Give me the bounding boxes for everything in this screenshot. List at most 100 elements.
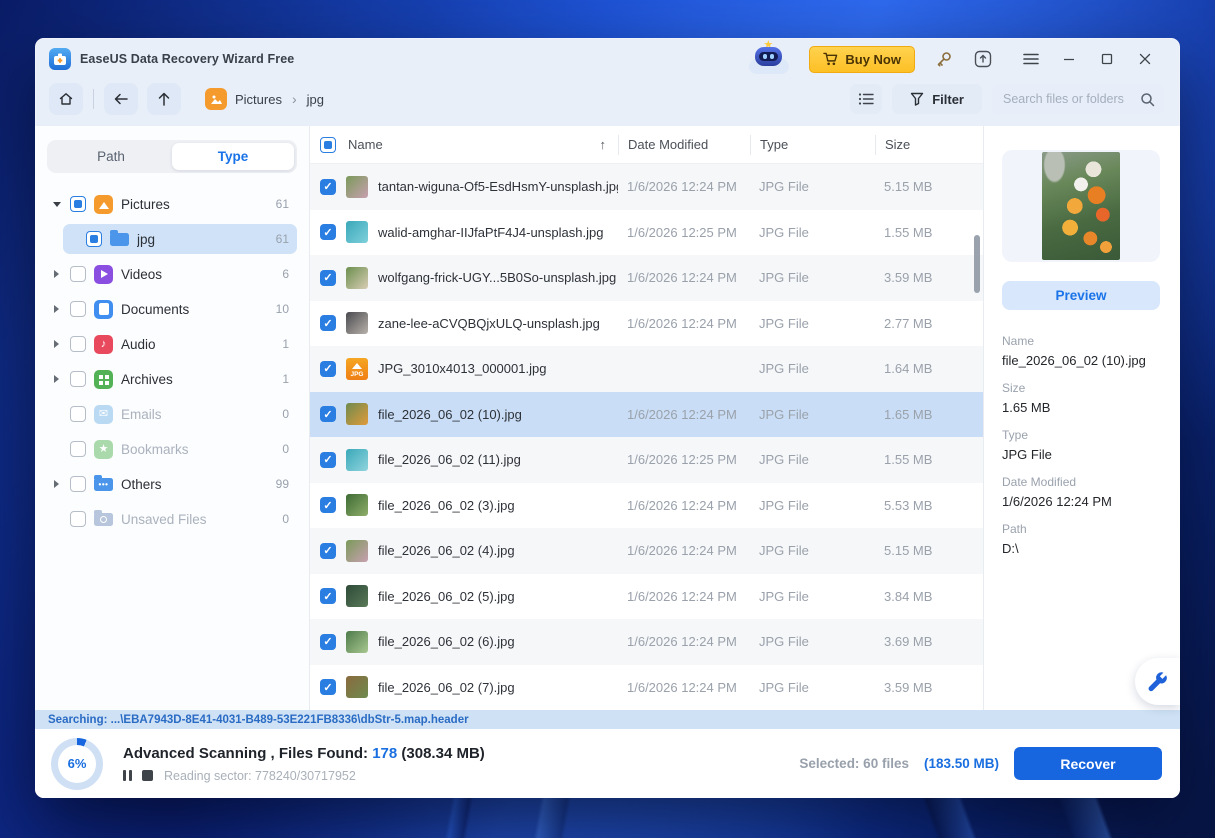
sidebar-item-label: Pictures — [121, 197, 170, 212]
row-checkbox[interactable]: ✓ — [320, 361, 336, 377]
preview-button[interactable]: Preview — [1002, 281, 1160, 310]
search-input[interactable] — [1003, 92, 1140, 106]
row-checkbox[interactable]: ✓ — [320, 406, 336, 422]
sidebar-item-unsaved-files[interactable]: Unsaved Files0 — [47, 504, 297, 534]
buy-now-button[interactable]: Buy Now — [809, 46, 915, 73]
assistant-mascot-icon[interactable]: ★ — [748, 44, 790, 74]
checkbox[interactable] — [70, 441, 86, 457]
breadcrumb-current[interactable]: jpg — [307, 92, 324, 107]
table-row[interactable]: ✓wolfgang-frick-UGY...5B0So-unsplash.jpg… — [310, 255, 983, 301]
detail-field: TypeJPG File — [1002, 428, 1160, 462]
navigation-toolbar: Pictures › jpg Filter — [35, 80, 1180, 126]
files-found-count: 178 — [372, 745, 397, 762]
sidebar-item-documents[interactable]: Documents10 — [47, 294, 297, 324]
column-header-size[interactable]: Size — [875, 135, 983, 155]
sidebar-item-bookmarks[interactable]: ★Bookmarks0 — [47, 434, 297, 464]
row-checkbox[interactable]: ✓ — [320, 315, 336, 331]
row-checkbox[interactable]: ✓ — [320, 679, 336, 695]
sort-ascending-icon[interactable]: ↑ — [600, 137, 607, 152]
checkbox[interactable] — [70, 371, 86, 387]
back-button[interactable] — [104, 83, 138, 115]
up-button[interactable] — [147, 83, 181, 115]
expand-arrow-icon[interactable] — [51, 375, 62, 383]
row-checkbox[interactable]: ✓ — [320, 452, 336, 468]
row-checkbox[interactable]: ✓ — [320, 543, 336, 559]
checkbox[interactable] — [70, 406, 86, 422]
menu-icon[interactable] — [1012, 44, 1050, 74]
cell-type: JPG File — [750, 316, 875, 331]
table-row[interactable]: ✓tantan-wiguna-Of5-EsdHsmY-unsplash.jpg1… — [310, 164, 983, 210]
sidebar-item-audio[interactable]: ♪Audio1 — [47, 329, 297, 359]
recover-button[interactable]: Recover — [1014, 747, 1162, 780]
table-row[interactable]: ✓file_2026_06_02 (5).jpg1/6/2026 12:24 P… — [310, 574, 983, 620]
select-all-checkbox[interactable] — [320, 137, 336, 153]
audio-icon: ♪ — [94, 335, 113, 354]
checkbox[interactable] — [70, 301, 86, 317]
sidebar-item-emails[interactable]: ✉Emails0 — [47, 399, 297, 429]
expand-arrow-icon[interactable] — [51, 202, 62, 207]
table-row[interactable]: ✓JPGJPG_3010x4013_000001.jpgJPG File1.64… — [310, 346, 983, 392]
filter-button[interactable]: Filter — [892, 84, 982, 114]
search-box[interactable] — [992, 84, 1164, 114]
minimize-button[interactable] — [1050, 44, 1088, 74]
column-header-date-modified[interactable]: Date Modified — [618, 135, 750, 155]
stop-scan-button[interactable] — [142, 770, 153, 781]
cell-date-modified: 1/6/2026 12:25 PM — [618, 225, 750, 240]
license-key-icon[interactable] — [934, 49, 954, 69]
sidebar-item-videos[interactable]: Videos6 — [47, 259, 297, 289]
repair-tool-button[interactable] — [1135, 658, 1180, 705]
maximize-button[interactable] — [1088, 44, 1126, 74]
row-checkbox[interactable]: ✓ — [320, 497, 336, 513]
expand-arrow-icon[interactable] — [51, 305, 62, 313]
checkbox[interactable] — [70, 196, 86, 212]
checkbox[interactable] — [70, 266, 86, 282]
checkbox[interactable] — [70, 476, 86, 492]
table-row[interactable]: ✓file_2026_06_02 (10).jpg1/6/2026 12:24 … — [310, 392, 983, 438]
table-row[interactable]: ✓file_2026_06_02 (11).jpg1/6/2026 12:25 … — [310, 437, 983, 483]
expand-arrow-icon[interactable] — [51, 340, 62, 348]
row-checkbox[interactable]: ✓ — [320, 270, 336, 286]
sidebar-item-count: 6 — [282, 267, 289, 281]
sidebar-item-jpg[interactable]: jpg61 — [63, 224, 297, 254]
table-row[interactable]: ✓zane-lee-aCVQBQjxULQ-unsplash.jpg1/6/20… — [310, 301, 983, 347]
expand-arrow-icon[interactable] — [51, 480, 62, 488]
pictures-folder-icon — [205, 88, 227, 110]
scrollbar-thumb[interactable] — [974, 235, 980, 293]
breadcrumb-root[interactable]: Pictures — [235, 92, 282, 107]
home-button[interactable] — [49, 83, 83, 115]
tab-path[interactable]: Path — [50, 143, 172, 170]
detail-value: 1.65 MB — [1002, 400, 1160, 415]
row-checkbox[interactable]: ✓ — [320, 179, 336, 195]
sidebar-item-count: 61 — [276, 232, 289, 246]
share-upload-icon[interactable] — [973, 49, 993, 69]
close-button[interactable] — [1126, 44, 1164, 74]
table-row[interactable]: ✓walid-amghar-IIJfaPtF4J4-unsplash.jpg1/… — [310, 210, 983, 256]
table-row[interactable]: ✓file_2026_06_02 (7).jpg1/6/2026 12:24 P… — [310, 665, 983, 711]
table-row[interactable]: ✓ file_2026_06_02 (4).jpg 1/6/2026 12:24 P… — [310, 528, 983, 574]
table-row[interactable]: ✓file_2026_06_02 (6).jpg1/6/2026 12:24 P… — [310, 619, 983, 665]
cell-date-modified: 1/6/2026 12:24 PM — [618, 316, 750, 331]
row-checkbox[interactable]: ✓ — [320, 634, 336, 650]
tab-type[interactable]: Type — [172, 143, 294, 170]
table-row[interactable]: ✓file_2026_06_02 (3).jpg1/6/2026 12:24 P… — [310, 483, 983, 529]
cell-date-modified: 1/6/2026 12:24 PM — [618, 543, 750, 558]
expand-arrow-icon[interactable] — [51, 270, 62, 278]
checkbox[interactable] — [86, 231, 102, 247]
sidebar-item-pictures[interactable]: Pictures61 — [47, 189, 297, 219]
pause-scan-button[interactable] — [123, 770, 132, 781]
row-checkbox[interactable]: ✓ — [320, 588, 336, 604]
checkbox[interactable] — [70, 511, 86, 527]
home-icon — [58, 91, 74, 107]
file-name: file_2026_06_02 (4).jpg — [378, 543, 515, 558]
file-thumbnail — [346, 585, 368, 607]
column-header-name[interactable]: Name — [348, 137, 383, 152]
checkbox[interactable] — [70, 336, 86, 352]
sidebar-item-others[interactable]: •••Others99 — [47, 469, 297, 499]
cell-size: 3.69 MB — [875, 634, 983, 649]
list-view-button[interactable] — [850, 84, 882, 114]
sidebar-item-archives[interactable]: Archives1 — [47, 364, 297, 394]
searching-status-bar: Searching: ...\EBA7943D-8E41-4031-B489-5… — [35, 710, 1180, 729]
cell-name: ✓file_2026_06_02 (10).jpg — [310, 403, 618, 425]
row-checkbox[interactable]: ✓ — [320, 224, 336, 240]
column-header-type[interactable]: Type — [750, 135, 875, 155]
